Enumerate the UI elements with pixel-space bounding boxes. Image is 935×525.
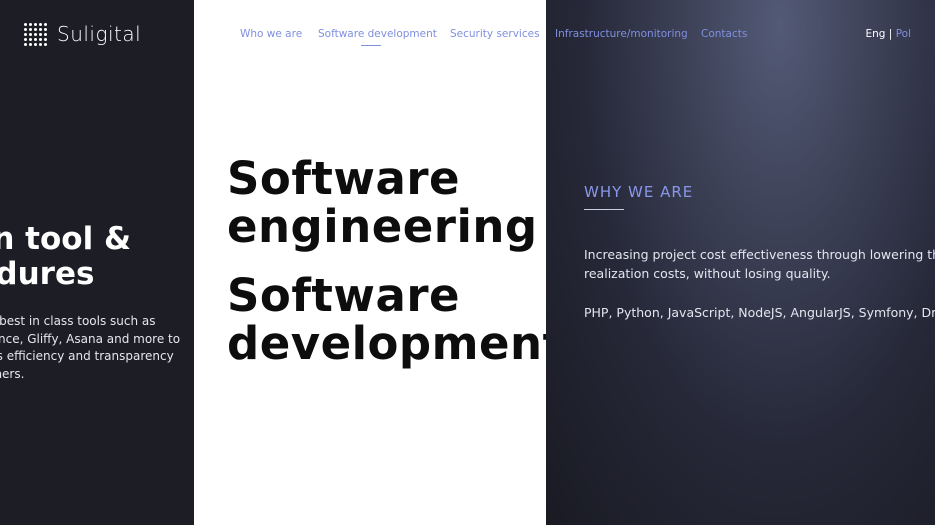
language-separator: | <box>888 28 893 40</box>
title-divider <box>584 209 624 210</box>
nav-item-infrastructure-monitoring[interactable]: Infrastructure/monitoring <box>555 28 688 40</box>
left-slide-text: th best in class tools such as uence, Gl… <box>0 314 181 381</box>
active-nav-underline <box>361 45 381 46</box>
nav-item-who-we-are[interactable]: Who we are <box>240 28 302 40</box>
main-nav: Who we are Software development Security… <box>0 28 935 48</box>
heading-software-engineering: Software engineering <box>227 152 538 253</box>
left-slide-heading: ern tool & cedures <box>0 221 132 292</box>
language-eng-link[interactable]: Eng <box>865 28 885 40</box>
heading-software-development: Software development <box>227 269 565 370</box>
middle-slide-panel: Software engineering Software developmen… <box>194 0 564 525</box>
nav-item-software-development[interactable]: Software development <box>318 28 437 40</box>
language-pol-link[interactable]: Pol <box>896 28 911 40</box>
left-slide-panel: Suligital ern tool & cedures th best in … <box>0 0 194 525</box>
tech-stack-text: PHP, Python, JavaScript, NodeJS, Angular… <box>584 305 935 320</box>
nav-item-contacts[interactable]: Contacts <box>701 28 747 40</box>
why-we-are-title: WHY WE ARE <box>584 183 694 201</box>
right-slide-panel: WHY WE ARE Increasing project cost effec… <box>546 0 935 525</box>
nav-item-security-services[interactable]: Security services <box>450 28 540 40</box>
language-switcher: Eng | Pol <box>865 28 911 40</box>
why-we-are-text: Increasing project cost effectiveness th… <box>584 247 935 281</box>
